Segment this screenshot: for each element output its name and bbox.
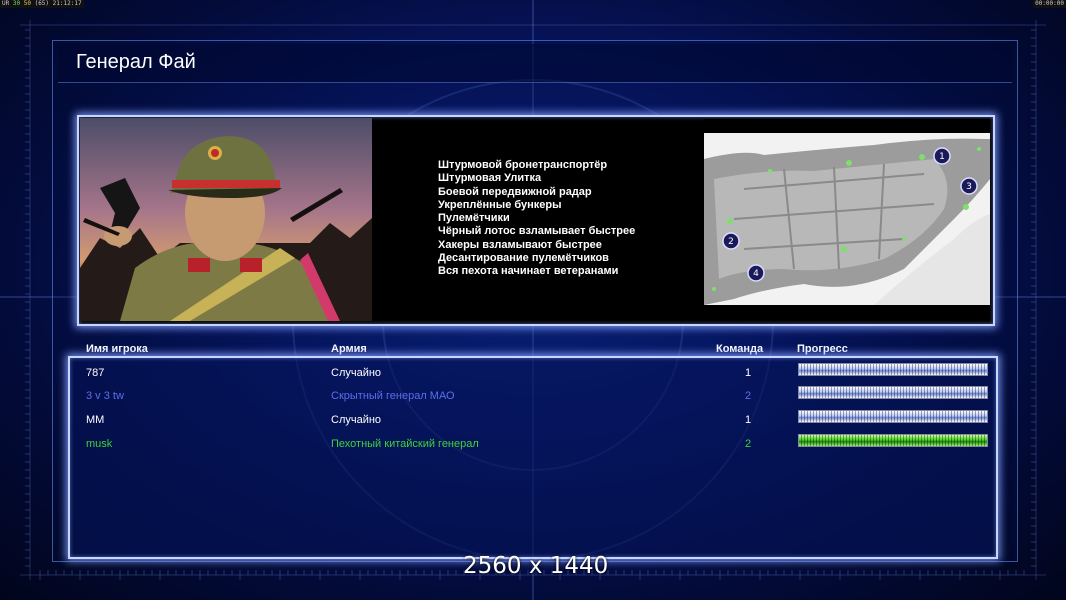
progress-fill bbox=[799, 364, 987, 375]
start-position-label: 4 bbox=[753, 269, 759, 279]
overlay-value-a: 30 bbox=[12, 0, 21, 7]
player-army: Случайно bbox=[331, 367, 382, 379]
player-name: MM bbox=[86, 414, 105, 426]
overlay-timer: 00:00:00 bbox=[1033, 0, 1066, 8]
feature-item: Десантирование пулемётчиков bbox=[438, 252, 609, 265]
overlay-value-c: (65) bbox=[34, 0, 50, 7]
player-row: musk Пехотный китайский генерал 2 bbox=[0, 434, 1066, 458]
player-name: 3 v 3 tw bbox=[86, 390, 124, 402]
map-preview: 1 2 3 4 bbox=[704, 119, 990, 320]
player-army: Пехотный китайский генерал bbox=[331, 438, 479, 450]
overlay-value-b: 50 bbox=[23, 0, 31, 7]
loading-progress-bar bbox=[798, 410, 988, 423]
feature-item: Штурмовая Улитка bbox=[438, 172, 542, 185]
general-features-list: Штурмовой бронетранспортёр Штурмовая Ули… bbox=[438, 159, 635, 279]
player-row: 787 Случайно 1 bbox=[0, 363, 1066, 387]
start-position-label: 2 bbox=[728, 237, 734, 247]
player-row: MM Случайно 1 bbox=[0, 410, 1066, 434]
overlay-clock: 21:12:17 bbox=[52, 0, 82, 7]
feature-item: Хакеры взламывают быстрее bbox=[438, 238, 602, 251]
player-army: Случайно bbox=[331, 414, 382, 426]
progress-fill bbox=[799, 435, 987, 446]
feature-item: Штурмовой бронетранспортёр bbox=[438, 159, 608, 171]
general-portrait bbox=[80, 118, 372, 321]
player-name: 787 bbox=[86, 367, 105, 379]
player-name: musk bbox=[86, 438, 113, 450]
feature-item: Чёрный лотос взламывает быстрее bbox=[438, 225, 636, 238]
player-row: 3 v 3 tw Скрытный генерал МАО 2 bbox=[0, 386, 1066, 410]
title-bar bbox=[58, 44, 1012, 83]
column-header-player: Имя игрока bbox=[86, 343, 148, 355]
feature-item: Укреплённые бункеры bbox=[438, 198, 562, 211]
start-position-label: 3 bbox=[966, 182, 972, 192]
player-team: 1 bbox=[744, 367, 752, 379]
feature-item: Боевой передвижной радар bbox=[438, 185, 592, 198]
loading-progress-bar bbox=[798, 363, 988, 376]
overlay-prefix: UR bbox=[2, 0, 10, 7]
column-header-progress: Прогресс bbox=[797, 343, 848, 355]
general-title: Генерал Фай bbox=[76, 51, 196, 73]
resolution-watermark: 2560 x 1440 bbox=[463, 553, 609, 579]
fps-overlay: UR 30 50 (65) 21:12:17 bbox=[0, 0, 84, 8]
feature-item: Вся пехота начинает ветеранами bbox=[438, 265, 619, 278]
loading-progress-bar bbox=[798, 434, 988, 447]
progress-fill bbox=[799, 387, 987, 398]
progress-fill bbox=[799, 411, 987, 422]
feature-item: Пулемётчики bbox=[438, 212, 510, 225]
column-header-army: Армия bbox=[331, 343, 367, 355]
loading-progress-bar bbox=[798, 386, 988, 399]
player-army: Скрытный генерал МАО bbox=[331, 390, 455, 402]
player-team: 1 bbox=[744, 414, 752, 426]
player-team: 2 bbox=[744, 438, 752, 450]
start-position-label: 1 bbox=[939, 152, 945, 162]
player-team: 2 bbox=[744, 390, 752, 402]
column-header-team: Команда bbox=[716, 343, 764, 355]
